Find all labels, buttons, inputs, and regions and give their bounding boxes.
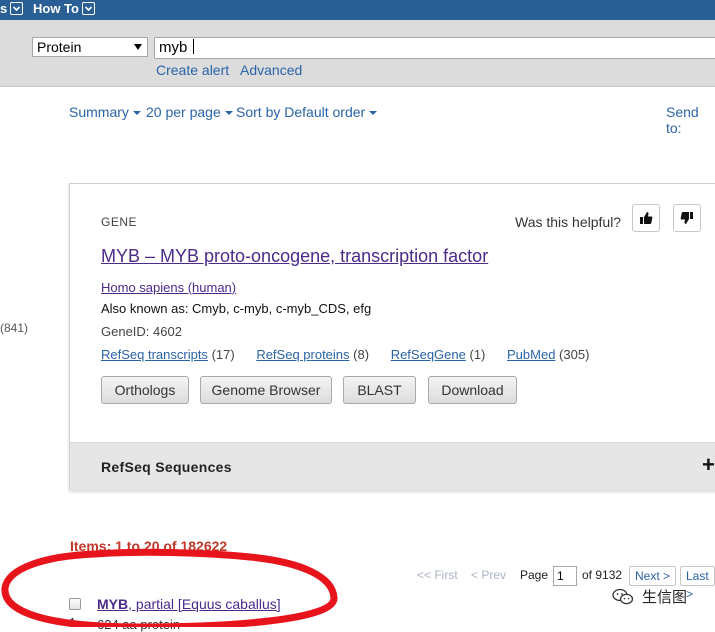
total-pages: of 9132 [582, 568, 623, 582]
gene-title-link[interactable]: MYB – MYB proto-oncogene, transcription … [101, 246, 488, 267]
blast-button[interactable]: BLAST [343, 376, 416, 404]
pubmed-count: (305) [559, 347, 590, 362]
database-select-value: Protein [37, 39, 82, 55]
format-dropdown[interactable]: Summary [69, 104, 141, 120]
watermark-text: 生信图 [642, 589, 688, 606]
top-nav-bar: s How To [0, 0, 715, 20]
gene-sensor-card: GENE Was this helpful? MYB – MYB proto-o… [69, 183, 715, 490]
red-circle-annotation [1, 548, 338, 627]
send-to-dropdown[interactable]: Send to: [666, 104, 715, 136]
orthologs-button[interactable]: Orthologs [101, 376, 189, 404]
sort-dropdown[interactable]: Sort by Default order [236, 104, 378, 120]
expand-plus-icon[interactable]: + [702, 452, 715, 478]
format-label: Summary [69, 104, 129, 120]
refseq-transcripts-count: (17) [211, 347, 235, 362]
chevron-down-icon [81, 2, 95, 15]
caret-down-icon [132, 111, 141, 115]
pubmed-link[interactable]: PubMed [507, 347, 555, 362]
refseq-proteins-link[interactable]: RefSeq proteins [256, 347, 349, 362]
nav-menu-how-to[interactable]: How To [33, 1, 95, 16]
refseq-sequences-section[interactable]: RefSeq Sequences + [70, 442, 715, 490]
database-select[interactable]: Protein [32, 37, 148, 57]
send-to-label: Send to: [666, 104, 699, 136]
organism-link[interactable]: Homo sapiens (human) [101, 280, 236, 295]
nav-menu-label: s [0, 1, 8, 16]
chevron-down-icon [10, 2, 24, 15]
thumbs-down-icon [680, 212, 693, 224]
refseq-sequences-title: RefSeq Sequences [101, 459, 232, 475]
wechat-icon [612, 588, 634, 604]
dropdown-arrow-icon [134, 44, 142, 50]
per-page-dropdown[interactable]: 20 per page [146, 104, 233, 120]
caret-down-icon [369, 111, 378, 115]
sort-label: Sort by Default order [236, 104, 366, 120]
sidebar-count: (841) [0, 321, 29, 335]
search-query-text: myb [159, 39, 188, 56]
refseqgene-count: (1) [469, 347, 486, 362]
helpful-question: Was this helpful? [515, 214, 622, 230]
last-page-button[interactable]: Last > [680, 566, 715, 601]
caret-down-icon [224, 111, 233, 115]
page-label: Page [520, 568, 549, 582]
first-page-link[interactable]: << First [417, 568, 458, 582]
watermark: 生信图 [612, 586, 687, 607]
create-alert-link[interactable]: Create alert [156, 62, 229, 78]
search-bar: Protein myb Create alert Advanced [0, 20, 715, 87]
text-cursor [193, 39, 195, 54]
advanced-search-link[interactable]: Advanced [240, 62, 302, 78]
also-known-as: Also known as: Cmyb, c-myb, c-myb_CDS, e… [101, 301, 372, 316]
thumbs-up-button[interactable] [632, 204, 660, 232]
search-input[interactable]: myb [154, 37, 715, 59]
page-number-input[interactable]: 1 [553, 566, 577, 586]
per-page-label: 20 per page [146, 104, 221, 120]
nav-menu-partial[interactable]: s [0, 1, 24, 16]
thumbs-down-button[interactable] [673, 204, 701, 232]
related-links: RefSeq transcripts (17) RefSeq proteins … [101, 347, 607, 362]
gene-label: GENE [101, 215, 138, 229]
next-page-button[interactable]: Next > [629, 566, 677, 586]
prev-page-link[interactable]: < Prev [471, 568, 506, 582]
genome-browser-button[interactable]: Genome Browser [200, 376, 332, 404]
nav-menu-how-to-label: How To [33, 1, 79, 16]
refseqgene-link[interactable]: RefSeqGene [391, 347, 466, 362]
download-button[interactable]: Download [428, 376, 517, 404]
thumbs-up-icon [640, 212, 653, 224]
gene-id: GeneID: 4602 [101, 324, 182, 339]
refseq-transcripts-link[interactable]: RefSeq transcripts [101, 347, 208, 362]
refseq-proteins-count: (8) [353, 347, 370, 362]
